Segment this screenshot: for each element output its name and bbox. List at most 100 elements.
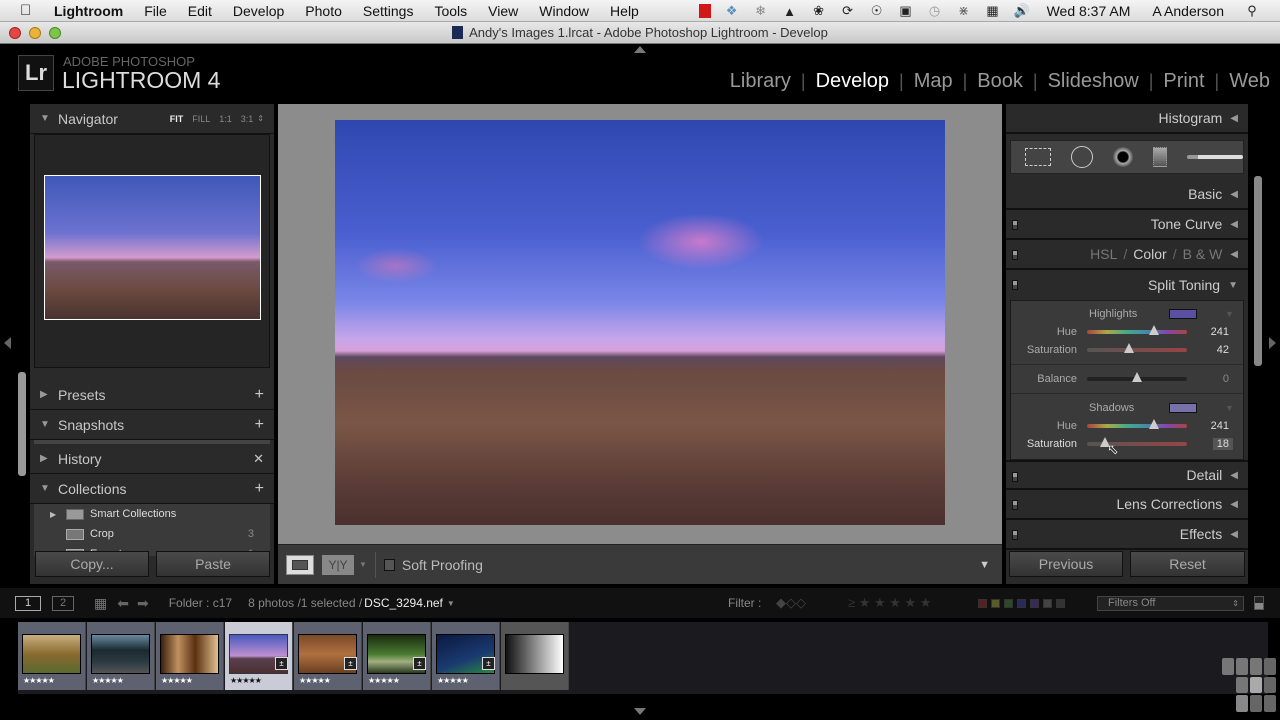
menu-help[interactable]: Help	[610, 3, 639, 19]
soft-proofing-checkbox[interactable]	[383, 558, 395, 571]
menu-file[interactable]: File	[144, 3, 167, 19]
filter-lock-toggle[interactable]	[1254, 596, 1264, 610]
star-rating[interactable]: ★★★★★	[230, 676, 262, 685]
bell-icon[interactable]: ▲	[782, 4, 798, 19]
shadows-hue-value[interactable]: 241	[1211, 420, 1229, 432]
hsl-header[interactable]: HSL / Color / B & W ◀	[1006, 240, 1248, 270]
menu-settings[interactable]: Settings	[363, 3, 414, 19]
paw-icon[interactable]: ❀	[811, 3, 827, 18]
balance-slider[interactable]: Balance 0	[1011, 370, 1243, 388]
star-rating[interactable]: ★★★★★	[299, 676, 331, 685]
slider-thumb[interactable]	[1132, 372, 1142, 382]
histogram-header[interactable]: Histogram ◀	[1006, 104, 1248, 134]
adjustment-brush-icon[interactable]	[1187, 155, 1243, 159]
star-rating[interactable]: ★★★★★	[161, 676, 193, 685]
right-scrollbar[interactable]	[1254, 176, 1262, 366]
previous-button[interactable]: Previous	[1009, 551, 1123, 577]
balance-value[interactable]: 0	[1223, 373, 1229, 385]
copy-settings-button[interactable]: Copy...	[35, 551, 149, 577]
star-rating[interactable]: ★★★★★	[437, 676, 469, 685]
selected-filename[interactable]: DSC_3294.nef	[364, 596, 443, 610]
filter-preset-select[interactable]: Filters Off ⇕	[1097, 595, 1244, 611]
right-panel-toggle-icon[interactable]	[1269, 337, 1276, 349]
panel-toggle-switch[interactable]	[1012, 250, 1018, 260]
video-icon[interactable]	[698, 4, 711, 18]
tone-curve-header[interactable]: Tone Curve ◀	[1006, 210, 1248, 240]
before-after-view-icon[interactable]: Y|Y	[322, 554, 354, 575]
star-rating[interactable]: ★★★★★	[23, 676, 55, 685]
highlights-picker-arrow-icon[interactable]: ▼	[1225, 309, 1234, 319]
filmstrip-toggle-icon[interactable]	[634, 708, 646, 715]
highlights-color-swatch[interactable]	[1169, 309, 1197, 319]
add-preset-icon[interactable]: +	[255, 386, 264, 404]
navigator-thumbnail[interactable]	[44, 175, 261, 320]
panel-toggle-switch[interactable]	[1012, 472, 1018, 482]
keyboard-icon[interactable]: ▦	[985, 3, 1001, 18]
module-map[interactable]: Map	[914, 70, 953, 93]
menu-edit[interactable]: Edit	[188, 3, 212, 19]
zoom-1-1[interactable]: 1:1	[219, 114, 232, 124]
main-window-button[interactable]: 1	[15, 595, 41, 611]
reset-button[interactable]: Reset	[1130, 551, 1245, 577]
star-rating[interactable]: ★★★★★	[92, 676, 124, 685]
menu-photo[interactable]: Photo	[305, 3, 342, 19]
basic-header[interactable]: Basic ◀	[1006, 180, 1248, 210]
module-book[interactable]: Book	[977, 70, 1023, 93]
hue-track[interactable]	[1087, 325, 1187, 335]
collections-header[interactable]: ▼ Collections +	[30, 474, 274, 504]
history-header[interactable]: ▶ History ✕	[30, 444, 274, 474]
color-tab[interactable]: Color	[1133, 246, 1166, 262]
rating-filter-stars[interactable]: ≥ ★ ★ ★ ★ ★	[848, 595, 931, 611]
menu-develop[interactable]: Develop	[233, 3, 284, 19]
bluetooth-icon[interactable]: ⋇	[956, 3, 972, 18]
top-panel-toggle-icon[interactable]	[634, 46, 646, 53]
spotlight-search-icon[interactable]: ⚲	[1244, 3, 1260, 18]
filmstrip-thumbnail[interactable]	[501, 622, 569, 690]
secondary-window-button[interactable]: 2	[52, 595, 74, 611]
dropbox-icon[interactable]: ❖	[724, 3, 740, 18]
volume-icon[interactable]: 🔊	[1013, 3, 1029, 18]
navigator-preview-area[interactable]	[34, 134, 270, 368]
module-slideshow[interactable]: Slideshow	[1048, 70, 1139, 93]
zoom-window-button[interactable]	[49, 27, 61, 39]
effects-header[interactable]: Effects ◀	[1006, 520, 1248, 550]
sync-icon[interactable]: ⟳	[840, 3, 856, 18]
minimize-window-button[interactable]	[29, 27, 41, 39]
menu-tools[interactable]: Tools	[434, 3, 467, 19]
navigator-header[interactable]: ▼ Navigator FIT FILL 1:1 3:1 ⇕	[30, 104, 274, 134]
display-icon[interactable]: ▣	[898, 3, 914, 18]
shadows-picker-arrow-icon[interactable]: ▼	[1225, 403, 1234, 413]
filmstrip-thumbnail[interactable]: ★★★★★ ±	[432, 622, 500, 690]
apple-menu-icon[interactable]: 	[20, 2, 40, 19]
menu-window[interactable]: Window	[539, 3, 589, 19]
filmstrip-thumbnail[interactable]: ★★★★★	[18, 622, 86, 690]
presets-header[interactable]: ▶ Presets +	[30, 380, 274, 410]
zoom-fill[interactable]: FILL	[192, 114, 210, 124]
paste-settings-button[interactable]: Paste	[156, 551, 270, 577]
add-collection-icon[interactable]: +	[255, 480, 264, 498]
bw-tab[interactable]: B & W	[1183, 246, 1223, 262]
left-panel-toggle-icon[interactable]	[4, 337, 11, 349]
menu-lightroom[interactable]: Lightroom	[54, 3, 123, 19]
hsl-tab[interactable]: HSL	[1090, 246, 1117, 262]
detail-header[interactable]: Detail ◀	[1006, 460, 1248, 490]
flag-filter-icons[interactable]: ◆◇◇	[776, 595, 806, 611]
slider-thumb[interactable]	[1148, 419, 1159, 429]
saturation-track[interactable]	[1087, 343, 1187, 353]
panel-toggle-switch[interactable]	[1012, 500, 1018, 510]
shadows-color-swatch[interactable]	[1169, 403, 1197, 413]
filename-dropdown-icon[interactable]: ▼	[447, 599, 455, 608]
soft-proofing-label[interactable]: Soft Proofing	[402, 557, 483, 573]
add-snapshot-icon[interactable]: +	[255, 416, 264, 434]
slider-thumb[interactable]	[1148, 325, 1159, 335]
filmstrip-thumbnail[interactable]: ★★★★★	[156, 622, 224, 690]
balance-track[interactable]	[1087, 372, 1187, 382]
menu-view[interactable]: View	[488, 3, 518, 19]
highlights-saturation-value[interactable]: 42	[1217, 344, 1229, 356]
filmstrip-thumbnail[interactable]: ★★★★★ ±	[363, 622, 431, 690]
grid-view-icon[interactable]: ▦	[94, 595, 107, 612]
close-window-button[interactable]	[9, 27, 21, 39]
shadows-saturation-slider[interactable]: Saturation 18	[1011, 435, 1243, 453]
red-eye-tool-icon[interactable]	[1113, 147, 1133, 167]
highlights-hue-slider[interactable]: Hue 241	[1011, 323, 1243, 341]
